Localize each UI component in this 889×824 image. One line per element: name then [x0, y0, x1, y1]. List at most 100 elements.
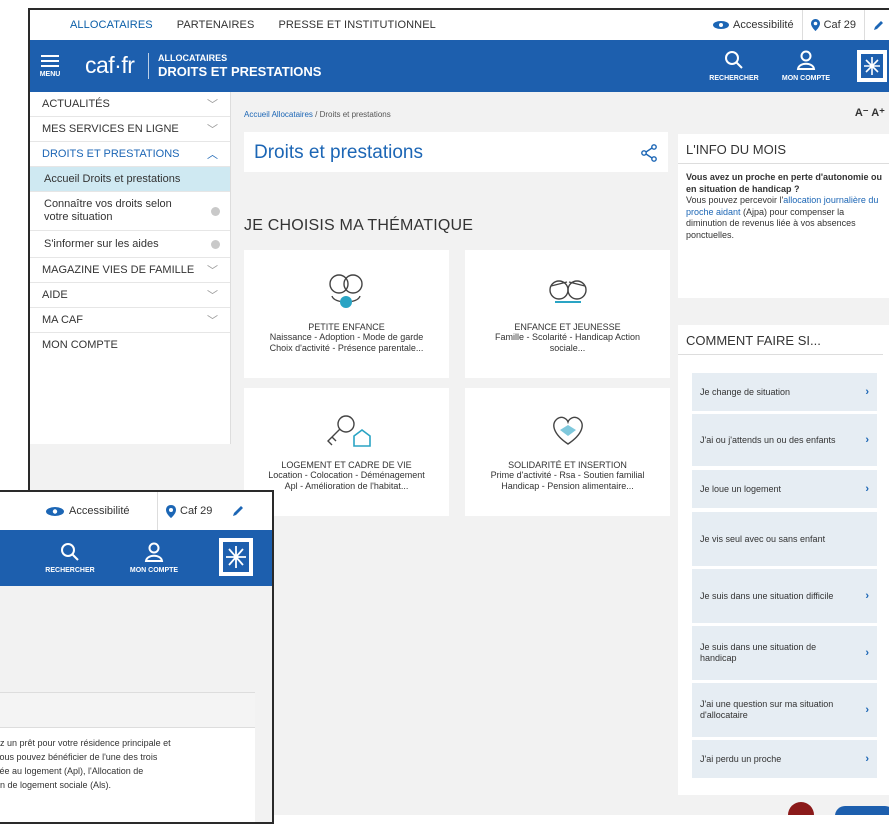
situation-change[interactable]: Je change de situation ›	[692, 373, 877, 411]
topnav-partenaires[interactable]: PARTENAIRES	[177, 19, 255, 31]
info-question: Vous avez un proche en perte d'autonomie…	[686, 172, 883, 194]
sidebar-item-droits[interactable]: DROITS ET PRESTATIONS ︿	[30, 142, 230, 167]
chevron-right-icon: ›	[865, 433, 869, 446]
breadcrumb: Accueil Allocataires / Droits et prestat…	[244, 110, 391, 119]
chevron-down-icon: ﹀	[207, 124, 218, 136]
overlay-republic-logo	[219, 538, 253, 576]
accessibility-link[interactable]: Accessibilité	[704, 19, 802, 31]
chevron-down-icon: ﹀	[207, 315, 218, 327]
location-pin-icon	[166, 504, 176, 518]
sidebar-subitem-accueil[interactable]: Accueil Droits et prestations	[30, 167, 230, 192]
top-right-tools: Accessibilité Caf 29	[704, 10, 889, 40]
theme-card-solidarite[interactable]: SOLIDARITÉ ET INSERTION Prime d'activité…	[465, 388, 670, 516]
info-heading: L'INFO DU MOIS	[678, 134, 889, 164]
key-house-icon	[326, 415, 371, 447]
chevron-right-icon: ›	[865, 482, 869, 495]
situation-logement[interactable]: Je loue un logement ›	[692, 470, 877, 508]
theme-heading: JE CHOISIS MA THÉMATIQUE	[244, 217, 474, 234]
chevron-right-icon: ›	[865, 752, 869, 765]
situation-difficile[interactable]: Je suis dans une situation difficile ›	[692, 569, 877, 623]
menu-label: MENU	[39, 70, 61, 78]
user-icon	[144, 542, 164, 562]
theme-desc-line2: Apl - Amélioration de l'habitat...	[284, 481, 409, 491]
expand-dot-icon	[211, 239, 220, 249]
topnav-allocataires[interactable]: ALLOCATAIRES	[70, 19, 153, 31]
theme-card-logement[interactable]: LOGEMENT ET CADRE DE VIE Location - Colo…	[244, 388, 449, 516]
info-text: Vous pouvez percevoir l'	[686, 195, 784, 205]
situation-question[interactable]: J'ai une question sur ma situation d'all…	[692, 683, 877, 737]
context-section: DROITS ET PRESTATIONS	[158, 64, 322, 79]
edit-caf-button[interactable]	[864, 10, 889, 40]
overlay-line: vous pouvez bénéficier de l'une des troi…	[0, 752, 158, 762]
theme-desc-line1: Location - Colocation - Déménagement	[268, 470, 425, 480]
top-bar: ALLOCATAIRES PARTENAIRES PRESSE ET INSTI…	[30, 10, 889, 41]
overlay-edit-button[interactable]	[223, 492, 253, 530]
theme-desc-line1: Naissance - Adoption - Mode de garde	[269, 332, 424, 342]
overlay-account-button[interactable]: MON COMPTE	[119, 530, 189, 586]
chevron-right-icon: ›	[865, 589, 869, 602]
sidebar-item-magazine[interactable]: MAGAZINE VIES DE FAMILLE ﹀	[30, 258, 230, 283]
republic-logo	[857, 50, 887, 82]
sidebar-item-moncompte[interactable]: MON COMPTE	[30, 333, 230, 357]
sidebar-item-label: AIDE	[42, 289, 68, 301]
sidebar-item-macaf[interactable]: MA CAF ﹀	[30, 308, 230, 333]
top-nav: ALLOCATAIRES PARTENAIRES PRESSE ET INSTI…	[70, 10, 436, 40]
overlay-card-text: ez un prêt pour votre résidence principa…	[0, 728, 255, 792]
situation-proche[interactable]: J'ai perdu un proche ›	[692, 740, 877, 778]
search-button[interactable]: RECHERCHER	[704, 40, 764, 92]
eye-icon	[46, 506, 64, 516]
breadcrumb-home-link[interactable]: Accueil Allocataires	[244, 110, 313, 119]
children-icon	[548, 280, 587, 303]
overlay-screenshot: Accessibilité Caf 29 RECHERCHER MON COMP…	[0, 490, 274, 824]
breadcrumb-current: Droits et prestations	[319, 110, 391, 119]
overlay-info-card: ez un prêt pour votre résidence principa…	[0, 692, 255, 822]
expand-dot-icon	[211, 206, 220, 216]
chevron-right-icon: ›	[865, 703, 869, 716]
overlay-line: on de logement sociale (Als).	[0, 780, 112, 790]
caf-selector[interactable]: Caf 29	[801, 10, 864, 40]
sidebar-subitem-label: Accueil Droits et prestations	[44, 173, 181, 185]
sidebar-subitem-connaitre[interactable]: Connaître vos droits selon votre situati…	[30, 192, 230, 231]
theme-title: LOGEMENT ET CADRE DE VIE	[281, 460, 412, 470]
share-icon[interactable]	[640, 144, 658, 162]
font-size-controls[interactable]: A⁻ A⁺	[855, 106, 885, 119]
sidebar-item-actualites[interactable]: ACTUALITÉS ﹀	[30, 92, 230, 117]
theme-desc-line2: Handicap - Pension alimentaire...	[501, 481, 634, 491]
topnav-presse[interactable]: PRESSE ET INSTITUTIONNEL	[278, 19, 435, 31]
sidebar-item-services[interactable]: MES SERVICES EN LIGNE ﹀	[30, 117, 230, 142]
situation-handicap[interactable]: Je suis dans une situation de handicap ›	[692, 626, 877, 680]
sidebar-item-label: ACTUALITÉS	[42, 98, 110, 110]
situation-label: Je change de situation	[700, 386, 791, 397]
situation-enfants[interactable]: J'ai ou j'attends un ou des enfants ›	[692, 414, 877, 466]
sidebar-item-label: DROITS ET PRESTATIONS	[42, 148, 180, 160]
sidebar-subitem-informer[interactable]: S'informer sur les aides	[30, 231, 230, 258]
theme-card-enfance-jeunesse[interactable]: ENFANCE ET JEUNESSE Famille - Scolarité …	[465, 250, 670, 378]
accessibility-label: Accessibilité	[733, 19, 794, 31]
partial-blue-button[interactable]	[835, 806, 889, 815]
theme-card-petite-enfance[interactable]: PETITE ENFANCE Naissance - Adoption - Mo…	[244, 250, 449, 378]
situation-seul[interactable]: Je vis seul avec ou sans enfant	[692, 512, 877, 566]
situation-label: J'ai perdu un proche	[700, 753, 782, 764]
menu-button[interactable]: MENU	[30, 40, 70, 92]
caf-label: Caf 29	[180, 505, 213, 517]
breadcrumb-separator: /	[312, 110, 320, 119]
search-label: RECHERCHER	[709, 75, 759, 82]
info-du-mois: L'INFO DU MOIS Vous avez un proche en pe…	[678, 134, 889, 298]
info-body: Vous avez un proche en perte d'autonomie…	[678, 164, 889, 249]
overlay-search-button[interactable]: RECHERCHER	[35, 530, 105, 586]
situation-label: J'ai une question sur ma situation d'all…	[700, 699, 834, 720]
overlay-card-header	[0, 693, 255, 728]
comment-faire-si: COMMENT FAIRE SI... Je change de situati…	[678, 325, 889, 795]
sidebar-subitem-label: S'informer sur les aides	[44, 238, 159, 250]
caf-logo[interactable]: caf·fr	[85, 52, 135, 79]
pencil-icon	[233, 506, 243, 516]
overlay-caf-selector[interactable]: Caf 29	[157, 492, 212, 530]
situation-label: Je vis seul avec ou sans enfant	[700, 533, 826, 544]
account-button[interactable]: MON COMPTE	[774, 40, 838, 92]
caf-label: Caf 29	[823, 19, 856, 31]
sidebar: ACTUALITÉS ﹀ MES SERVICES EN LIGNE ﹀ DROIT…	[30, 92, 231, 444]
overlay-accessibility-link[interactable]: Accessibilité	[45, 492, 130, 530]
heart-hands-icon	[552, 416, 583, 445]
situation-label: J'ai ou j'attends un ou des enfants	[700, 434, 836, 445]
sidebar-item-aide[interactable]: AIDE ﹀	[30, 283, 230, 308]
